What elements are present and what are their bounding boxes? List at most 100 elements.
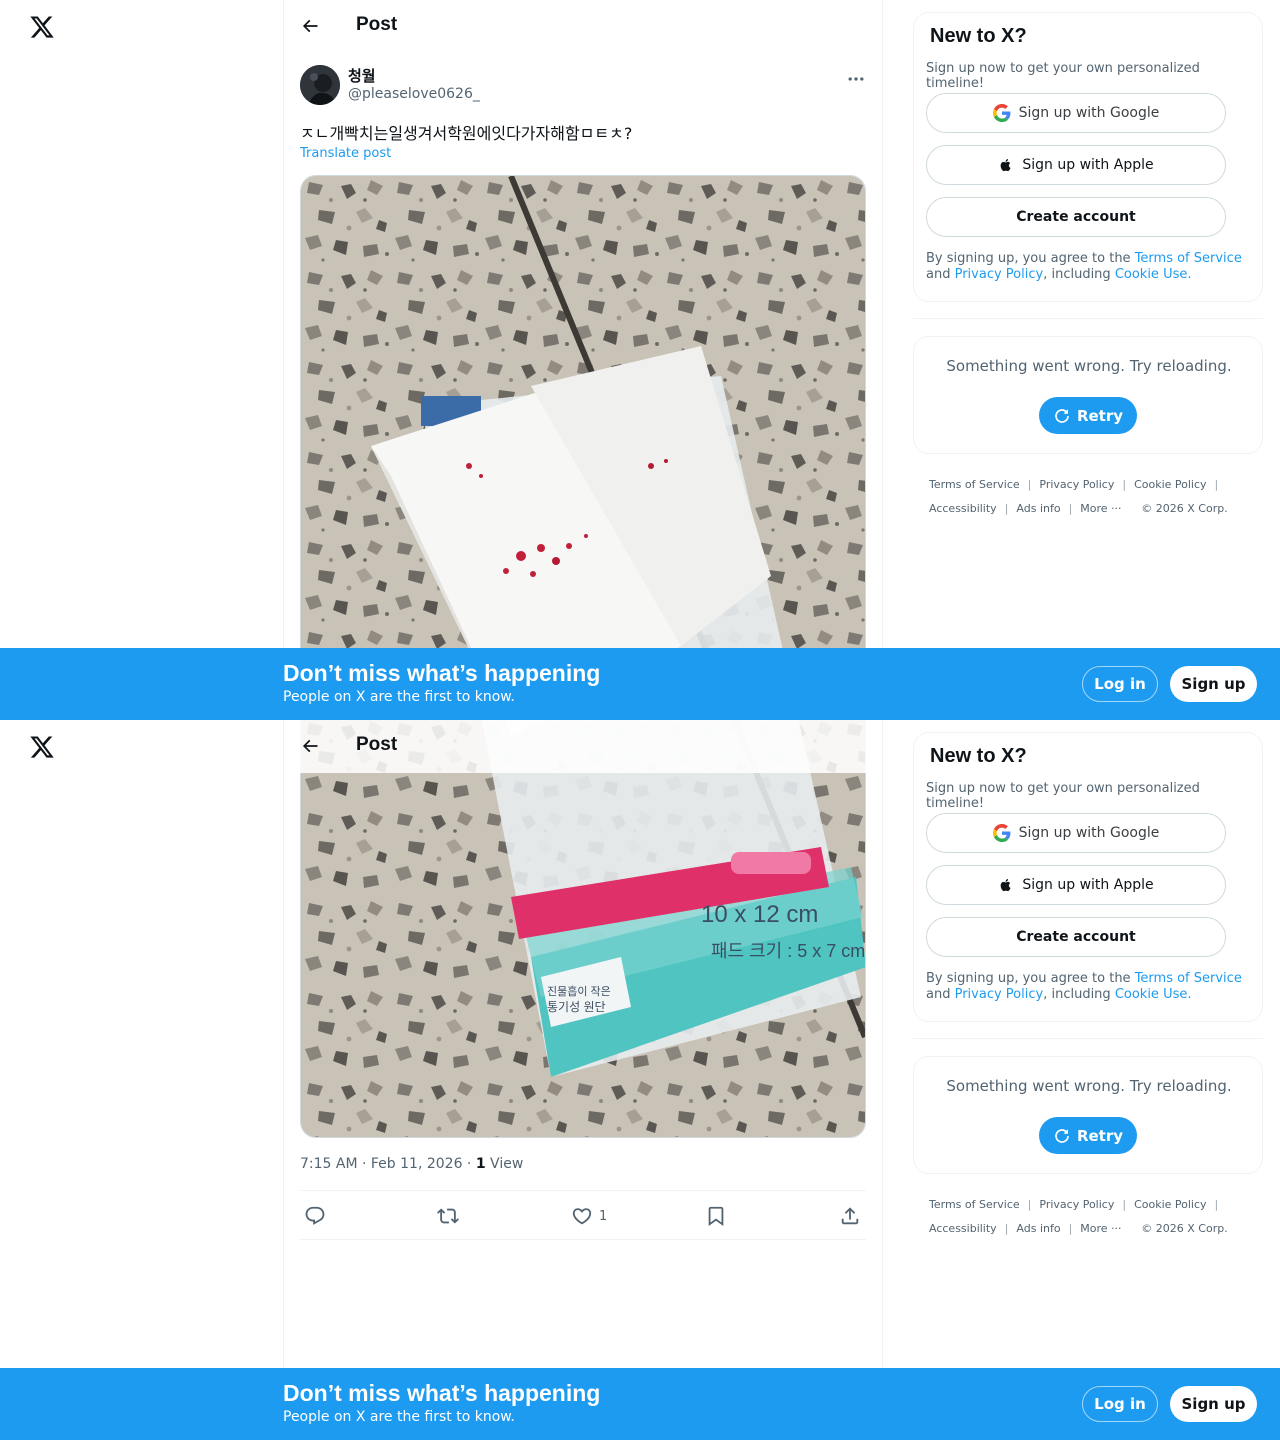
footer-links: Terms of Service | Privacy Policy | Cookie… — [929, 477, 1228, 515]
signup-card: New to X? Sign up now to get your own pe… — [913, 732, 1263, 1022]
footer-cookie-link[interactable]: Cookie Policy — [1134, 478, 1206, 491]
privacy-policy-link[interactable]: Privacy Policy — [955, 267, 1044, 282]
column-divider — [283, 720, 284, 1440]
signup-google-button[interactable]: Sign up with Google — [926, 813, 1226, 853]
cookie-use-link[interactable]: Cookie Use. — [1115, 267, 1192, 282]
signup-button[interactable]: Sign up — [1170, 1386, 1257, 1422]
error-card: Something went wrong. Try reloading. Ret… — [913, 1056, 1263, 1174]
signup-banner: Don’t miss what’s happening People on X … — [0, 648, 1280, 720]
reply-button[interactable] — [304, 1205, 326, 1227]
footer-terms-link[interactable]: Terms of Service — [929, 1198, 1020, 1211]
error-message: Something went wrong. Try reloading. — [946, 357, 1232, 375]
signup-legal-text: By signing up, you agree to the Terms of… — [926, 251, 1256, 283]
view-count: 1 — [475, 1156, 486, 1172]
apple-icon — [1001, 878, 1011, 892]
like-button[interactable]: 1 — [571, 1205, 607, 1227]
legal-prefix: By signing up, you agree to the — [926, 251, 1135, 266]
signup-apple-button[interactable]: Sign up with Apple — [926, 145, 1226, 185]
login-button[interactable]: Log in — [1082, 666, 1158, 702]
post-media-image[interactable]: 10 x 12 cm 패드 크기 : 5 x 7 cm — [300, 175, 866, 720]
package-size-text: 10 x 12 cm — [701, 901, 818, 928]
repost-button[interactable] — [437, 1205, 459, 1227]
signup-apple-label: Sign up with Apple — [1022, 157, 1154, 173]
column-divider — [283, 0, 284, 720]
x-logo-icon[interactable] — [29, 734, 55, 760]
footer-more-link[interactable]: More ··· — [1080, 1222, 1121, 1235]
signup-card-title: New to X? — [930, 25, 1027, 47]
login-button[interactable]: Log in — [1082, 1386, 1158, 1422]
apple-icon — [1001, 158, 1011, 172]
signup-apple-label: Sign up with Apple — [1022, 877, 1154, 893]
post-action-bar: 1 — [300, 1190, 866, 1240]
signup-google-label: Sign up with Google — [1018, 105, 1160, 121]
footer-terms-link[interactable]: Terms of Service — [929, 478, 1020, 491]
footer-accessibility-link[interactable]: Accessibility — [929, 502, 997, 515]
author-row: 청월 @pleaselove0626_ — [300, 65, 866, 107]
viewport-bottom: Post 10 x 12 cm 패드 크기: 5 x 7 cm 진물흡이 작은… — [0, 720, 1280, 1440]
footer-links: Terms of Service | Privacy Policy | Cookie… — [929, 1197, 1228, 1235]
banner-title: Don’t miss what’s happening — [283, 660, 601, 686]
signup-card: New to X? Sign up now to get your own pe… — [913, 12, 1263, 302]
share-button[interactable] — [839, 1205, 861, 1227]
banner-title: Don’t miss what’s happening — [283, 1380, 601, 1406]
back-arrow-icon[interactable] — [300, 736, 320, 756]
footer-privacy-link[interactable]: Privacy Policy — [1039, 1198, 1114, 1211]
share-icon — [841, 1207, 859, 1225]
post-media-image[interactable]: 10 x 12 cm 패드 크기 : 5 x 7 cm 진물흡이 작은 통기성 … — [300, 720, 866, 1138]
view-label: View — [485, 1156, 524, 1172]
author-display-name[interactable]: 청월 — [348, 65, 376, 86]
signup-google-button[interactable]: Sign up with Google — [926, 93, 1226, 133]
banner-subtitle: People on X are the first to know. — [283, 689, 515, 705]
retry-button[interactable]: Retry — [1039, 397, 1137, 434]
legal-prefix: By signing up, you agree to the — [926, 971, 1135, 986]
post-header: Post — [284, 0, 882, 53]
sidebar-divider — [913, 1038, 1263, 1039]
page-title: Post — [356, 734, 398, 755]
like-count: 1 — [599, 1208, 608, 1224]
translate-post-link[interactable]: Translate post — [300, 146, 391, 161]
avatar[interactable] — [300, 65, 340, 105]
x-logo-icon[interactable] — [29, 14, 55, 40]
signup-card-subtitle: Sign up now to get your own personalized… — [926, 61, 1200, 91]
create-account-button[interactable]: Create account — [926, 917, 1226, 957]
sidebar-divider — [913, 318, 1263, 319]
signup-banner: Don’t miss what’s happening People on X … — [0, 1368, 1280, 1440]
column-divider — [882, 720, 883, 1440]
terms-of-service-link[interactable]: Terms of Service — [1135, 971, 1242, 986]
heart-icon — [572, 1208, 592, 1225]
create-account-button[interactable]: Create account — [926, 197, 1226, 237]
legal-and: and — [926, 267, 955, 282]
refresh-icon — [1055, 1128, 1069, 1143]
post-text: ㅈㄴ개빡치는일생겨서학원에잇다가자해함ㅁㅌㅊ? — [300, 124, 633, 143]
post-timestamp[interactable]: 7:15 AM · Feb 11, 2026 — [300, 1156, 462, 1172]
footer-privacy-link[interactable]: Privacy Policy — [1039, 478, 1114, 491]
footer-accessibility-link[interactable]: Accessibility — [929, 1222, 997, 1235]
signup-apple-button[interactable]: Sign up with Apple — [926, 865, 1226, 905]
privacy-policy-link[interactable]: Privacy Policy — [955, 987, 1044, 1002]
footer-cookie-link[interactable]: Cookie Policy — [1134, 1198, 1206, 1211]
author-handle[interactable]: @pleaselove0626_ — [348, 86, 480, 102]
retry-button[interactable]: Retry — [1039, 1117, 1137, 1154]
meta-dot: · — [462, 1156, 476, 1172]
legal-and: and — [926, 987, 955, 1002]
column-divider — [882, 0, 883, 720]
footer-more-link[interactable]: More ··· — [1080, 502, 1121, 515]
post-header: Post — [284, 720, 882, 773]
footer-ads-link[interactable]: Ads info — [1016, 1222, 1060, 1235]
footer-copyright: © 2026 X Corp. — [1141, 1221, 1228, 1235]
refresh-icon — [1055, 408, 1069, 423]
signup-button[interactable]: Sign up — [1170, 666, 1257, 702]
bookmark-button[interactable] — [705, 1205, 727, 1227]
repost-icon — [437, 1208, 459, 1224]
error-message: Something went wrong. Try reloading. — [946, 1077, 1232, 1095]
cookie-use-link[interactable]: Cookie Use. — [1115, 987, 1192, 1002]
signup-google-label: Sign up with Google — [1018, 825, 1160, 841]
more-options-icon[interactable] — [846, 69, 866, 89]
page-title: Post — [356, 14, 398, 35]
error-card: Something went wrong. Try reloading. Ret… — [913, 336, 1263, 454]
viewport-top: Post 청월 @pleaselove0626_ ㅈㄴ개빡치는일생겨서학원에잇다… — [0, 0, 1280, 720]
back-arrow-icon[interactable] — [300, 16, 320, 36]
footer-ads-link[interactable]: Ads info — [1016, 502, 1060, 515]
terms-of-service-link[interactable]: Terms of Service — [1135, 251, 1242, 266]
reply-icon — [305, 1206, 325, 1225]
